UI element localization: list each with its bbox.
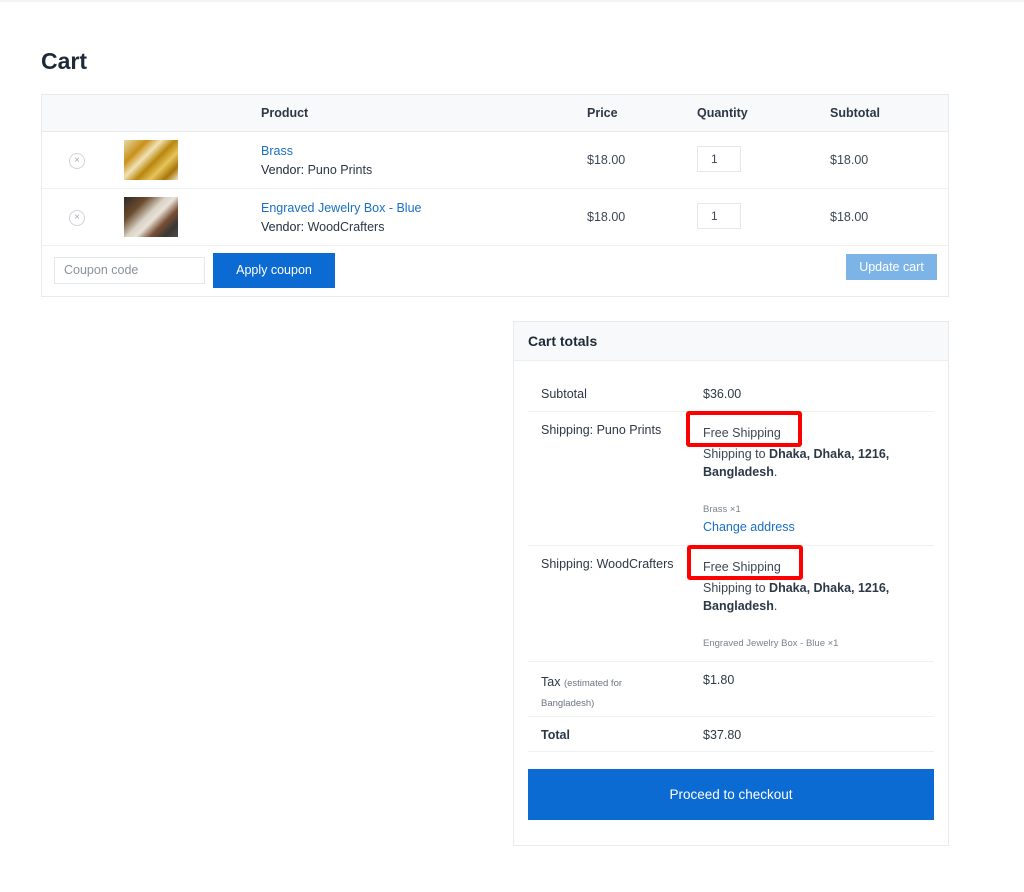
quantity-input[interactable]: 1: [697, 203, 741, 229]
header-subtotal: Subtotal: [830, 106, 880, 120]
shipping-items: Brass ×1: [703, 504, 741, 515]
tax-value: $1.80: [703, 673, 735, 687]
vendor-label: Vendor:: [261, 163, 305, 177]
subtotal-value: $36.00: [703, 387, 742, 401]
product-vendor: Vendor: Puno Prints: [261, 163, 372, 177]
remove-item-icon[interactable]: ×: [69, 153, 85, 169]
destination-prefix: Shipping to: [703, 581, 766, 595]
total-value: $37.80: [703, 728, 742, 742]
destination-address: Dhaka, Dhaka, 1216,: [769, 581, 890, 595]
destination-address: Dhaka, Dhaka, 1216,: [769, 447, 890, 461]
shipping-label: Shipping: Puno Prints: [541, 423, 662, 437]
vendor-label: Vendor:: [261, 220, 305, 234]
destination-prefix: Shipping to: [703, 447, 766, 461]
header-price: Price: [587, 106, 618, 120]
table-header: Product Price Quantity Subtotal: [42, 95, 948, 132]
shipping-items: Engraved Jewelry Box - Blue ×1: [703, 638, 839, 649]
product-price: $18.00: [587, 210, 626, 224]
cart-totals-title: Cart totals: [514, 322, 948, 361]
change-address-link[interactable]: Change address: [703, 520, 795, 534]
vendor-name: Puno Prints: [307, 163, 373, 177]
remove-item-icon[interactable]: ×: [69, 210, 85, 226]
subtotal-label: Subtotal: [541, 387, 587, 401]
coupon-code-input[interactable]: Coupon code: [54, 257, 205, 284]
update-cart-button[interactable]: Update cart: [846, 254, 937, 280]
vendor-name: WoodCrafters: [307, 220, 385, 234]
table-row: × Engraved Jewelry Box - Blue Vendor: Wo…: [42, 189, 948, 246]
header-quantity: Quantity: [697, 106, 748, 120]
destination-country: Bangladesh: [703, 599, 774, 613]
tax-note: (estimated for: [563, 678, 623, 689]
shipping-method: Free Shipping: [703, 426, 781, 440]
shipping-destination: Shipping to Dhaka, Dhaka, 1216, Banglade…: [703, 447, 890, 479]
proceed-to-checkout-button[interactable]: Proceed to checkout: [528, 769, 934, 820]
product-subtotal: $18.00: [830, 210, 869, 224]
product-vendor: Vendor: WoodCrafters: [261, 220, 384, 234]
shipping-method: Free Shipping: [703, 560, 781, 574]
product-thumbnail[interactable]: [124, 197, 178, 237]
product-name-link[interactable]: Brass: [261, 144, 293, 158]
apply-coupon-button[interactable]: Apply coupon: [213, 253, 335, 288]
totals-row-subtotal: Subtotal $36.00: [528, 377, 934, 412]
header-product: Product: [261, 106, 309, 120]
cart-totals-panel: Cart totals Subtotal $36.00 Shipping: Pu…: [513, 321, 949, 846]
total-label: Total: [541, 728, 570, 742]
tax-note-country: Bangladesh): [541, 698, 595, 709]
totals-row-total: Total $37.80: [528, 717, 934, 752]
table-row: × Brass Vendor: Puno Prints $18.00 1 $18…: [42, 132, 948, 189]
shipping-label: Shipping: WoodCrafters: [541, 557, 674, 571]
tax-label-group: Tax (estimated for Bangladesh): [541, 673, 622, 713]
product-price: $18.00: [587, 153, 626, 167]
cart-table: Product Price Quantity Subtotal × Brass …: [41, 94, 949, 297]
tax-label: Tax: [541, 675, 561, 689]
product-name-link[interactable]: Engraved Jewelry Box - Blue: [261, 201, 422, 215]
product-subtotal: $18.00: [830, 153, 869, 167]
page-title: Cart: [41, 48, 88, 74]
totals-row-shipping: Shipping: WoodCrafters Free Shipping Shi…: [528, 545, 934, 662]
product-thumbnail[interactable]: [124, 140, 178, 180]
totals-row-shipping: Shipping: Puno Prints Free Shipping Ship…: [528, 411, 934, 546]
destination-country: Bangladesh: [703, 465, 774, 479]
totals-row-tax: Tax (estimated for Bangladesh) $1.80: [528, 662, 934, 717]
quantity-input[interactable]: 1: [697, 146, 741, 172]
shipping-destination: Shipping to Dhaka, Dhaka, 1216, Banglade…: [703, 581, 890, 613]
top-border: [0, 0, 1024, 2]
